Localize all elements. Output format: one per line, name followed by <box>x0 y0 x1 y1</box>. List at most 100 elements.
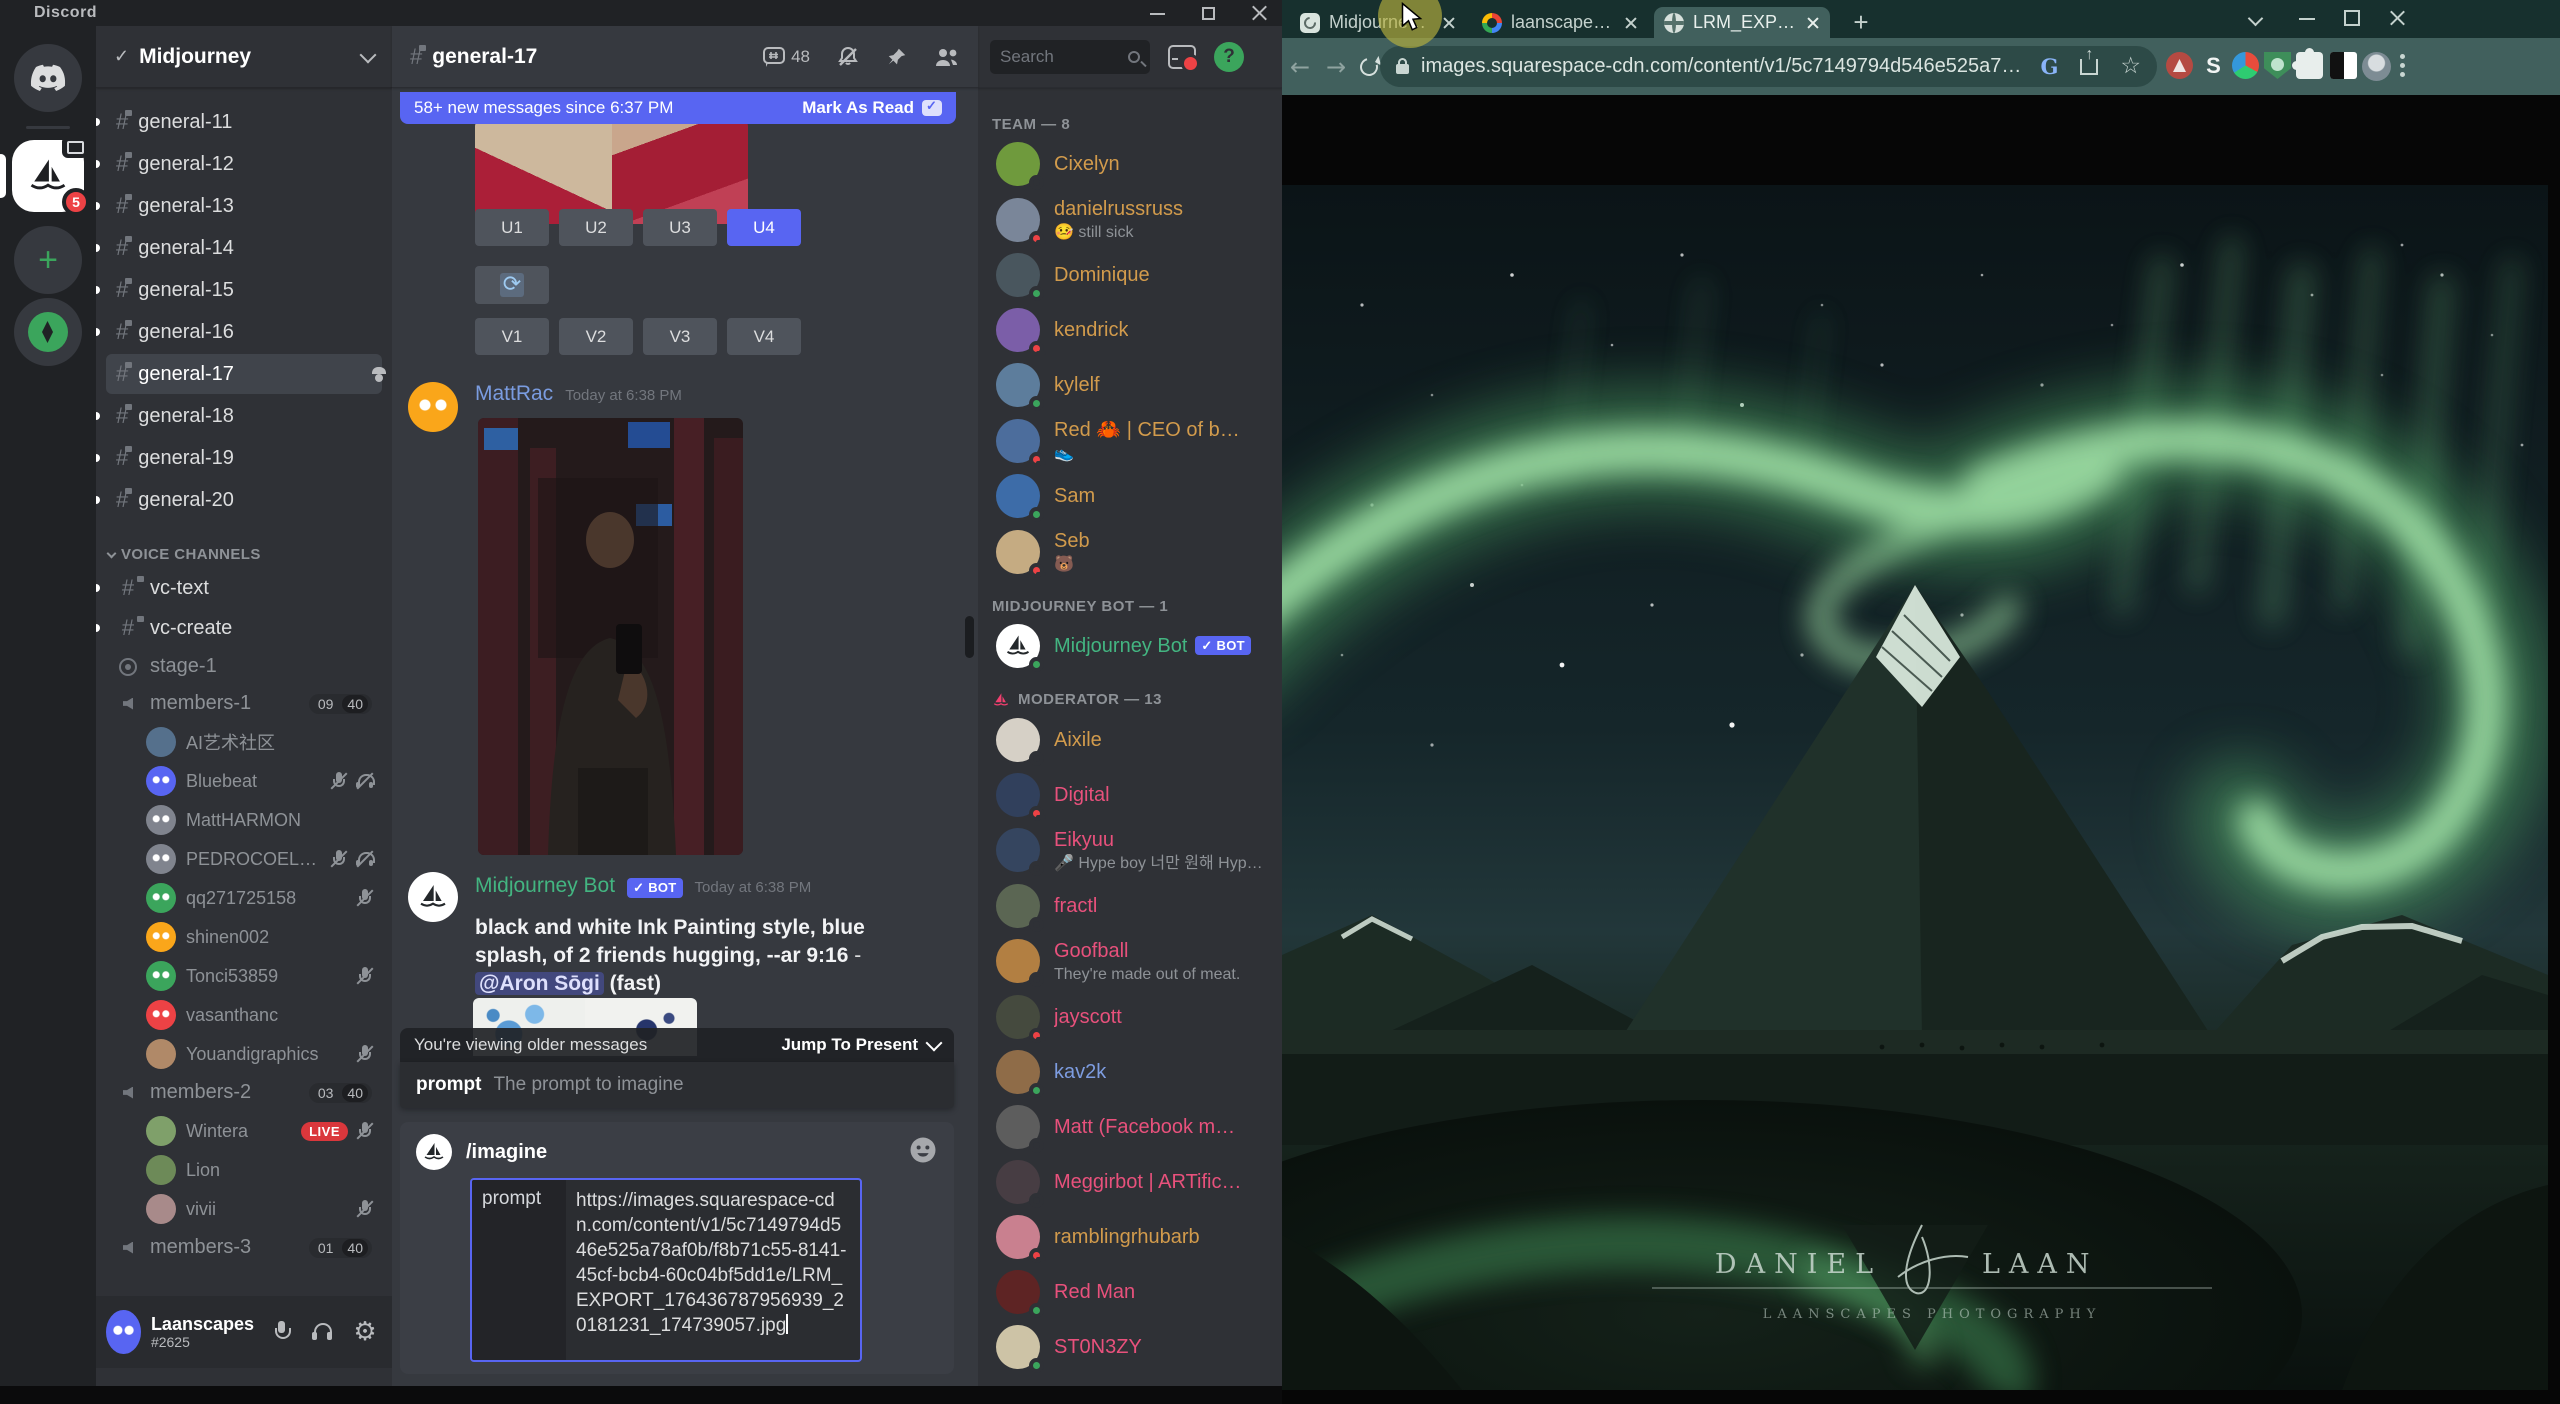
extension-icon-red[interactable] <box>2166 52 2193 79</box>
variation-button[interactable]: V1 <box>475 318 549 355</box>
voice-user-row[interactable]: Bluebeat <box>138 763 382 799</box>
voice-user-row[interactable]: Lion <box>138 1152 382 1188</box>
channel-item[interactable]: # general-13 <box>106 186 382 226</box>
voice-channel-item[interactable]: # stage-1 <box>106 649 382 684</box>
member-row[interactable]: kylelf <box>986 358 1274 412</box>
voice-user-row[interactable]: Youandigraphics <box>138 1036 382 1072</box>
pinned-messages-button[interactable] <box>886 46 908 68</box>
voice-channel-item[interactable]: # members-3 0140 <box>106 1230 382 1265</box>
channel-item[interactable]: # general-15 <box>106 270 382 310</box>
search-box[interactable] <box>990 39 1150 74</box>
member-row[interactable]: jayscott <box>986 990 1274 1044</box>
minimize-button[interactable] <box>2296 6 2320 30</box>
avatar[interactable] <box>408 382 458 432</box>
member-row[interactable]: fractl <box>986 879 1274 933</box>
extension-icon-contrast[interactable] <box>2330 52 2357 79</box>
upscale-button[interactable]: U2 <box>559 209 633 246</box>
chat-scrollbar-thumb[interactable] <box>965 616 974 658</box>
reload-button[interactable] <box>1358 56 1380 78</box>
voice-channel-item[interactable]: # vc-create <box>106 609 382 647</box>
member-row[interactable]: Sam <box>986 469 1274 523</box>
member-row[interactable]: Eikyuu 🎤 Hype boy 너만 원해 Hype ... <box>986 823 1274 878</box>
threads-button[interactable]: 48 <box>762 45 810 69</box>
url-text[interactable]: images.squarespace-cdn.com/content/v1/5c… <box>1421 55 2028 78</box>
channel-item[interactable]: # general-18 <box>106 396 382 436</box>
member-row[interactable]: Goofball They're made out of meat. <box>986 934 1274 989</box>
variation-button[interactable]: V2 <box>559 318 633 355</box>
member-row[interactable]: ST0N3ZY <box>986 1320 1274 1374</box>
member-row[interactable]: kendrick <box>986 303 1274 357</box>
slash-command-autocomplete[interactable]: prompt The prompt to imagine <box>400 1062 954 1108</box>
author-name[interactable]: Midjourney Bot <box>475 874 615 898</box>
variation-button[interactable]: V3 <box>643 318 717 355</box>
member-row[interactable]: Aixile <box>986 713 1274 767</box>
voice-channel-item[interactable]: # members-2 0340 <box>106 1075 382 1110</box>
voice-user-row[interactable]: MattHARMON <box>138 802 382 838</box>
voice-user-row[interactable]: Wintera LIVE <box>138 1113 382 1149</box>
tab-close-icon[interactable] <box>1806 16 1820 30</box>
browser-tab[interactable]: LRM_EXPORT_176436787956939 <box>1654 7 1830 38</box>
voice-user-row[interactable]: vivii <box>138 1191 382 1227</box>
upscale-button[interactable]: U4 <box>727 209 801 246</box>
maximize-button[interactable] <box>1200 5 1217 22</box>
voice-user-row[interactable]: Tonci53859 <box>138 958 382 994</box>
explore-servers-button[interactable] <box>14 298 82 366</box>
user-info[interactable]: Laanscapes #2625 <box>151 1314 254 1351</box>
channel-item[interactable]: # general-16 <box>106 312 382 352</box>
member-row[interactable]: ramblingrhubarb <box>986 1210 1274 1264</box>
add-server-button[interactable]: + <box>14 226 82 294</box>
prompt-value[interactable]: https://images.squarespace-cdn.com/conte… <box>566 1180 860 1360</box>
channel-item[interactable]: # general-17 <box>106 354 382 394</box>
address-bar[interactable]: images.squarespace-cdn.com/content/v1/5c… <box>1380 46 2157 87</box>
user-mention[interactable]: @Aron Sōgi <box>475 972 604 995</box>
member-row[interactable]: Midjourney Bot BOT <box>986 619 1274 673</box>
tab-close-icon[interactable] <box>1624 16 1638 30</box>
variation-button[interactable]: V4 <box>727 318 801 355</box>
extensions-puzzle-icon[interactable] <box>2292 48 2323 79</box>
attachment-photo[interactable] <box>478 418 743 855</box>
server-icon-midjourney[interactable]: 5 <box>12 136 90 216</box>
prompt-input[interactable]: prompt https://images.squarespace-cdn.co… <box>470 1178 862 1362</box>
channel-item[interactable]: # general-11 <box>106 102 382 142</box>
inbox-button[interactable] <box>1168 44 1200 73</box>
avatar[interactable] <box>106 1310 141 1354</box>
extension-icon-shield[interactable] <box>2264 52 2291 79</box>
avatar[interactable] <box>408 872 458 922</box>
deafen-button[interactable] <box>306 1315 340 1349</box>
channel-item[interactable]: # general-19 <box>106 438 382 478</box>
member-row[interactable]: Matt (Facebook mod) <box>986 1100 1274 1154</box>
member-row[interactable]: Red Man <box>986 1265 1274 1319</box>
maximize-button[interactable] <box>2340 6 2364 30</box>
bookmark-star-icon[interactable]: ☆ <box>2120 55 2141 78</box>
channel-item[interactable]: # general-14 <box>106 228 382 268</box>
member-row[interactable]: Seb 🐻 <box>986 524 1274 579</box>
mark-as-read-button[interactable]: Mark As Read <box>802 98 942 118</box>
minimize-button[interactable] <box>1149 5 1166 22</box>
back-button[interactable]: ← <box>1282 53 1318 81</box>
jump-to-present-button[interactable]: Jump To Present <box>781 1034 943 1055</box>
tab-search-chevron[interactable] <box>2244 6 2268 30</box>
member-row[interactable]: kav2k <box>986 1045 1274 1099</box>
extension-icon-s[interactable]: S <box>2200 52 2227 79</box>
mute-button[interactable] <box>264 1315 298 1349</box>
member-list-toggle[interactable] <box>934 46 960 68</box>
voice-channel-item[interactable]: # members-1 0940 <box>106 686 382 721</box>
member-row[interactable]: Cixelyn <box>986 137 1274 191</box>
close-button[interactable] <box>1251 5 1268 22</box>
share-icon[interactable] <box>2080 46 2099 75</box>
voice-channel-item[interactable]: # vc-text <box>106 569 382 607</box>
forward-button[interactable]: → <box>1318 53 1354 81</box>
tab-close-icon[interactable] <box>1442 16 1456 30</box>
google-lens-icon[interactable]: G <box>2040 54 2058 79</box>
upscale-button[interactable]: U3 <box>643 209 717 246</box>
settings-button[interactable]: ⚙ <box>348 1315 382 1349</box>
member-row[interactable]: danielrussruss 🤒 still sick <box>986 192 1274 247</box>
browser-tab[interactable]: laanscapes northern lights - Goo <box>1472 7 1648 38</box>
browser-menu-icon[interactable] <box>2400 52 2406 79</box>
extension-icon-colorful[interactable] <box>2232 52 2259 79</box>
voice-channels-header[interactable]: VOICE CHANNELS <box>106 546 384 563</box>
member-row[interactable]: Meggirbot | ARTificial... <box>986 1155 1274 1209</box>
channel-item[interactable]: # general-12 <box>106 144 382 184</box>
member-row[interactable]: Digital <box>986 768 1274 822</box>
server-header[interactable]: ✓ Midjourney <box>96 26 392 88</box>
